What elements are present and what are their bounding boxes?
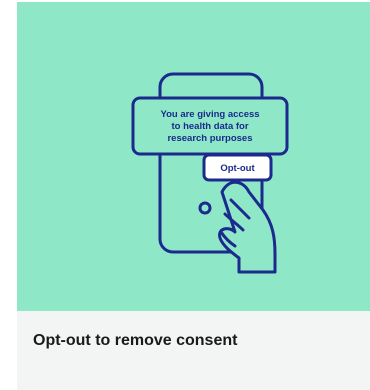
opt-out-button-label: Opt-out <box>220 163 255 174</box>
phone-hand-illustration: You are giving access to health data for… <box>17 2 370 311</box>
notification-line-3: research purposes <box>167 133 252 144</box>
opt-out-button-graphic: Opt-out <box>202 153 273 182</box>
notification-line-1: You are giving access <box>160 109 259 120</box>
card-title[interactable]: Opt-out to remove consent <box>33 331 237 351</box>
illustration-background <box>17 2 370 311</box>
consent-illustration: You are giving access to health data for… <box>17 2 370 311</box>
consent-notification: You are giving access to health data for… <box>131 96 289 156</box>
notification-line-2: to health data for <box>171 121 248 132</box>
opt-out-card[interactable]: You are giving access to health data for… <box>17 2 370 390</box>
